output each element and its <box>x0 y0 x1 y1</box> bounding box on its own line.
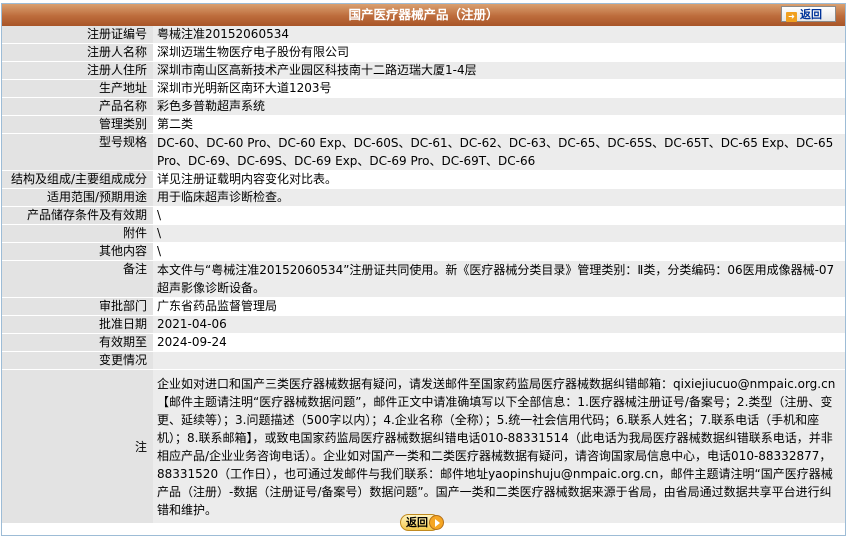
detail-panel: 国产医疗器械产品（注册） ➜ 返回 注册证编号 粤械注准20152060534 注册人… <box>1 3 846 536</box>
back-button-top[interactable]: ➜ 返回 <box>781 6 836 22</box>
field-label: 管理类别 <box>2 115 153 134</box>
field-label: 注册人名称 <box>2 43 153 62</box>
field-label: 产品储存条件及有效期 <box>2 206 153 225</box>
field-label: 注册证编号 <box>2 26 153 44</box>
table-row: 产品名称 彩色多普勒超声系统 <box>2 97 845 116</box>
table-row: 结构及组成/主要组成成分 详见注册证载明内容变化对比表。 <box>2 170 845 189</box>
field-label: 附件 <box>2 224 153 243</box>
back-button-bottom[interactable]: 返回 <box>400 512 444 533</box>
table-row: 生产地址 深圳市光明新区南环大道1203号 <box>2 79 845 98</box>
play-circle-icon <box>429 515 444 530</box>
field-label: 备注 <box>2 260 153 298</box>
field-value: 本文件与“粤械注准20152060534”注册证共同使用。新《医疗器械分类目录》… <box>153 260 845 298</box>
field-value: 深圳迈瑞生物医疗电子股份有限公司 <box>153 43 845 62</box>
back-arrow-icon: ➜ <box>786 12 797 22</box>
back-button-top-label: 返回 <box>800 8 822 21</box>
table-row: 有效期至 2024-09-24 <box>2 333 845 352</box>
table-row: 管理类别 第二类 <box>2 115 845 134</box>
field-label: 适用范围/预期用途 <box>2 188 153 207</box>
table-row: 注册人名称 深圳迈瑞生物医疗电子股份有限公司 <box>2 43 845 62</box>
field-value: DC-60、DC-60 Pro、DC-60 Exp、DC-60S、DC-61、D… <box>153 133 845 171</box>
field-value: \ <box>153 224 845 243</box>
field-value: 用于临床超声诊断检查。 <box>153 188 845 207</box>
field-value: 第二类 <box>153 115 845 134</box>
field-label: 结构及组成/主要组成成分 <box>2 170 153 189</box>
field-label: 有效期至 <box>2 333 153 352</box>
table-row: 产品储存条件及有效期 \ <box>2 206 845 225</box>
page-header: 国产医疗器械产品（注册） ➜ 返回 <box>2 4 845 26</box>
field-label: 批准日期 <box>2 315 153 334</box>
notes-cell: 企业如对进口和国产三类医疗器械数据有疑问，请发送邮件至国家药监局医疗器械数据纠错… <box>153 369 845 523</box>
field-value: 深圳市南山区高新技术产业园区科技南十二路迈瑞大厦1-4层 <box>153 61 845 80</box>
field-label: 注册人住所 <box>2 61 153 80</box>
field-value: 深圳市光明新区南环大道1203号 <box>153 79 845 98</box>
field-value <box>153 351 845 370</box>
field-label: 生产地址 <box>2 79 153 98</box>
field-value: 彩色多普勒超声系统 <box>153 97 845 116</box>
table-row: 变更情况 <box>2 351 845 370</box>
table-row: 备注 本文件与“粤械注准20152060534”注册证共同使用。新《医疗器械分类目… <box>2 260 845 298</box>
table-row: 附件 \ <box>2 224 845 243</box>
field-value: 2024-09-24 <box>153 333 845 352</box>
field-value: 2021-04-06 <box>153 315 845 334</box>
notes-row: 注企业如对进口和国产三类医疗器械数据有疑问，请发送邮件至国家药监局医疗器械数据纠… <box>2 369 845 523</box>
field-value: 广东省药品监督管理局 <box>153 297 845 316</box>
table-row: 型号规格 DC-60、DC-60 Pro、DC-60 Exp、DC-60S、DC-… <box>2 133 845 171</box>
notes-label: 注 <box>2 369 153 523</box>
notes-text: 企业如对进口和国产三类医疗器械数据有疑问，请发送邮件至国家药监局医疗器械数据纠错… <box>157 377 836 517</box>
field-value: 详见注册证载明内容变化对比表。 <box>153 170 845 189</box>
field-value: \ <box>153 242 845 261</box>
table-row: 批准日期 2021-04-06 <box>2 315 845 334</box>
table-row: 注册证编号 粤械注准20152060534 <box>2 26 845 44</box>
table-row: 注册人住所 深圳市南山区高新技术产业园区科技南十二路迈瑞大厦1-4层 <box>2 61 845 80</box>
field-label: 型号规格 <box>2 133 153 171</box>
table-row: 其他内容 \ <box>2 242 845 261</box>
field-label: 审批部门 <box>2 297 153 316</box>
field-label: 变更情况 <box>2 351 153 370</box>
field-value: 粤械注准20152060534 <box>153 26 845 44</box>
field-label: 其他内容 <box>2 242 153 261</box>
detail-table: 注册证编号 粤械注准20152060534 注册人名称 深圳迈瑞生物医疗电子股份有限公… <box>2 26 845 523</box>
table-row: 审批部门 广东省药品监督管理局 <box>2 297 845 316</box>
page-title: 国产医疗器械产品（注册） <box>348 7 499 22</box>
table-row: 适用范围/预期用途 用于临床超声诊断检查。 <box>2 188 845 207</box>
field-value: \ <box>153 206 845 225</box>
field-label: 产品名称 <box>2 97 153 116</box>
